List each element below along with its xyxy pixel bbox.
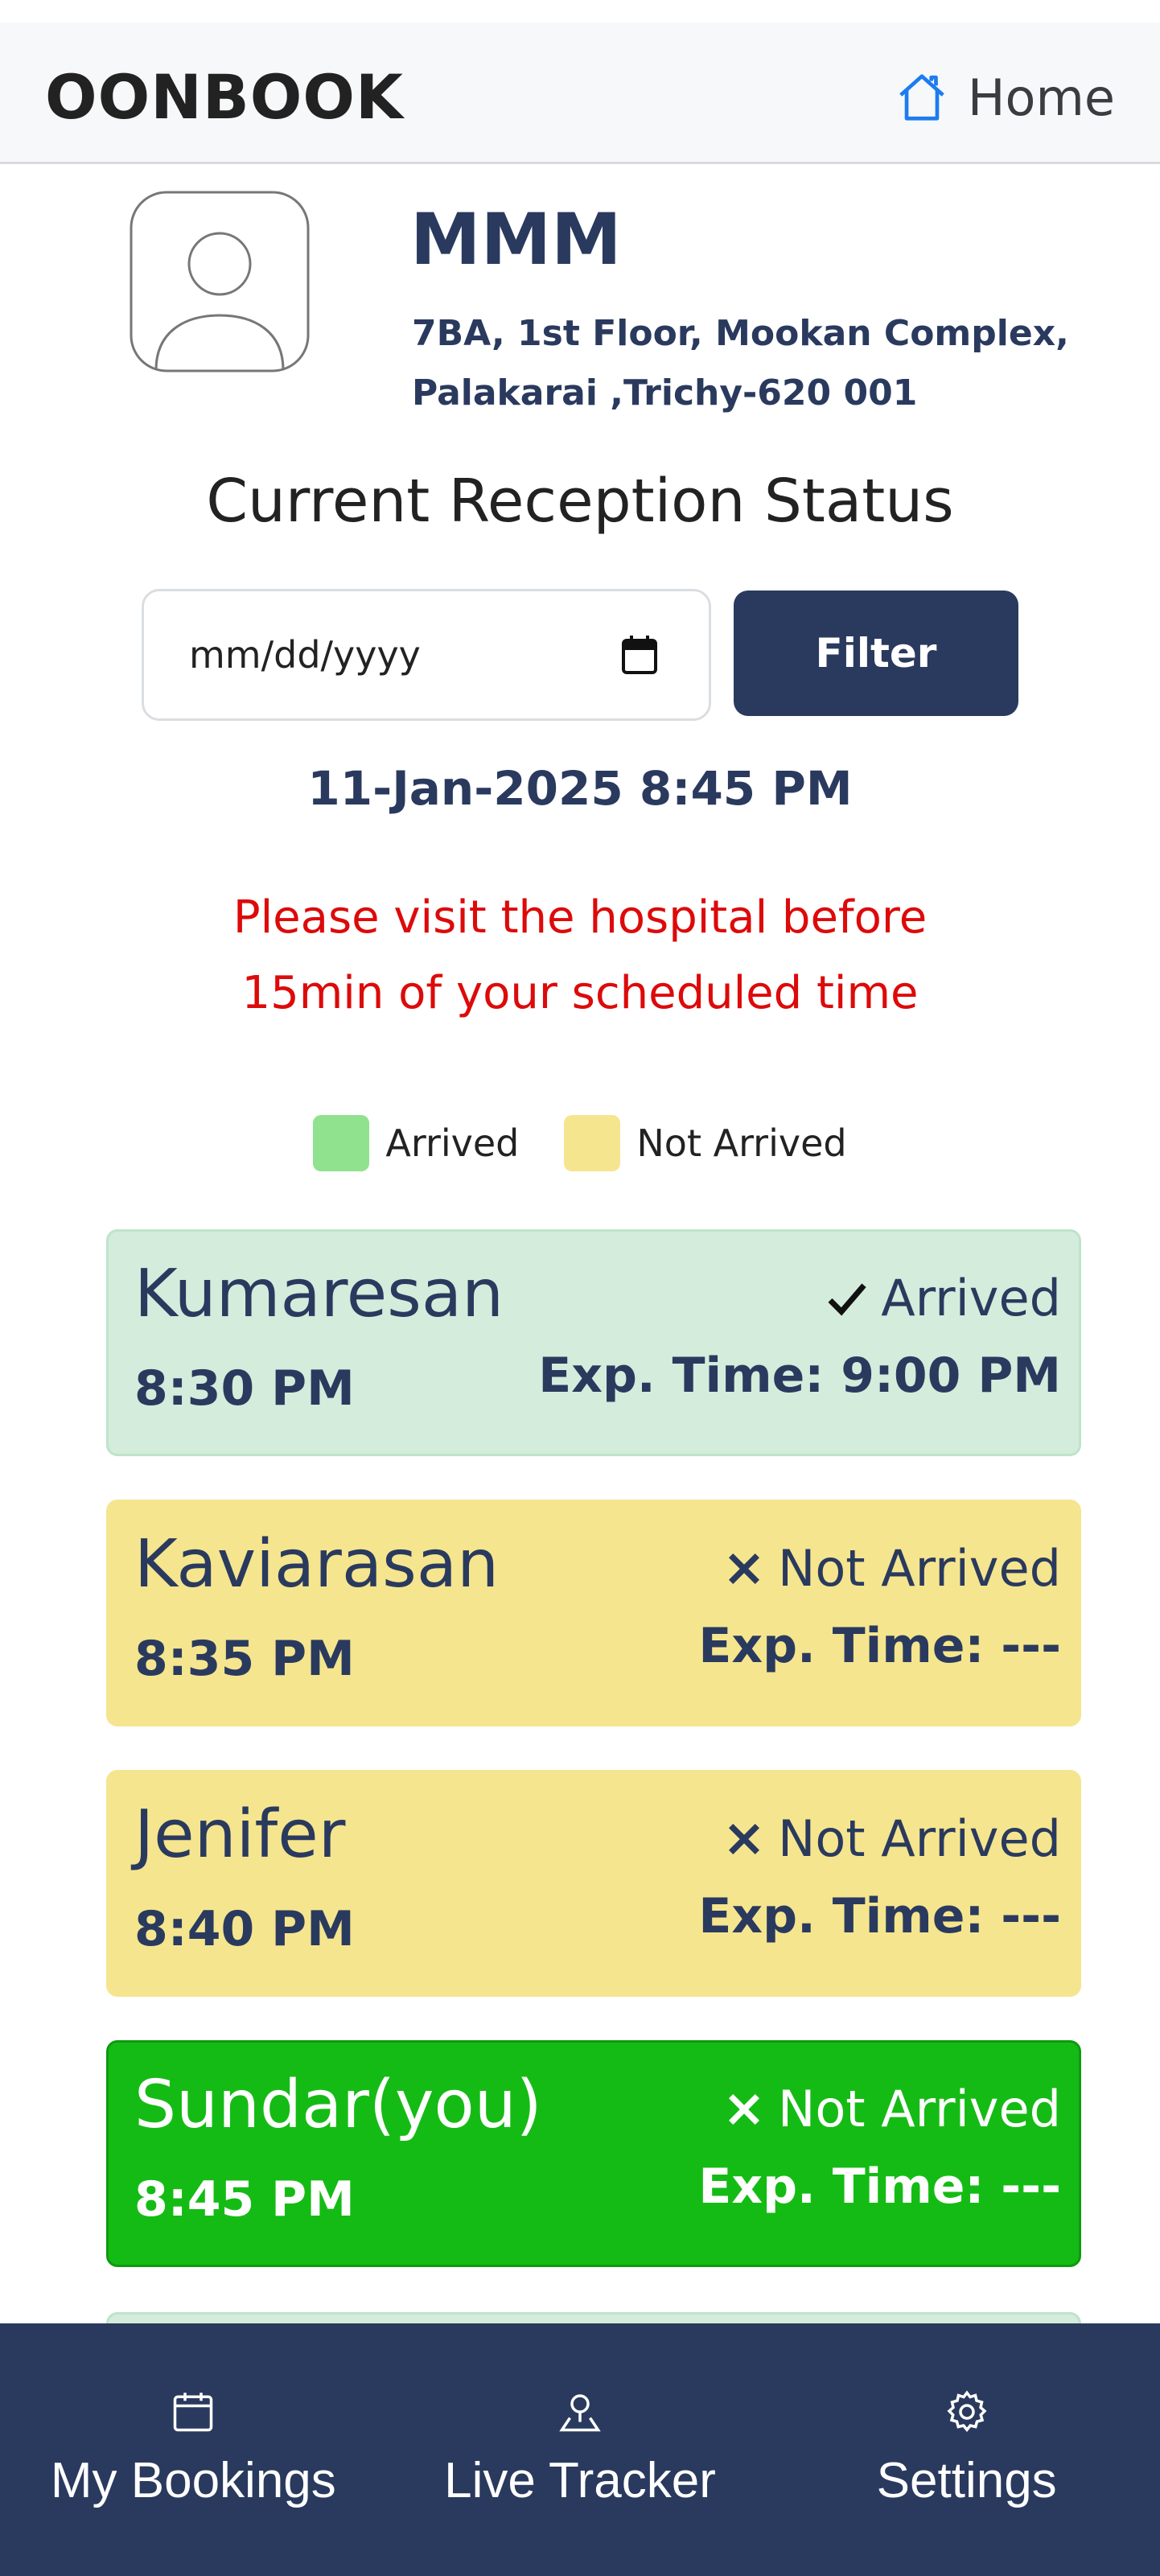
filter-button[interactable]: Filter bbox=[734, 591, 1018, 716]
brand-logo-text[interactable]: OONBOOK bbox=[45, 61, 404, 133]
clinic-address-line2: Palakarai ,Trichy-620 001 bbox=[412, 372, 918, 414]
cross-icon bbox=[728, 1553, 759, 1584]
appointment-time: 8:45 PM bbox=[134, 2171, 355, 2228]
arrival-status-label: Not Arrived bbox=[777, 1809, 1061, 1868]
top-bar: OONBOOK Home bbox=[0, 23, 1160, 164]
date-input[interactable]: mm/dd/yyyy bbox=[142, 589, 711, 721]
visit-notice-line1: Please visit the hospital before bbox=[232, 891, 928, 944]
clinic-address-line1: 7BA, 1st Floor, Mookan Complex, bbox=[412, 313, 1069, 354]
gear-icon bbox=[947, 2390, 987, 2433]
arrival-status: Arrived bbox=[825, 1269, 1061, 1327]
arrival-status-label: Arrived bbox=[881, 1269, 1061, 1327]
legend-swatch-not-arrived bbox=[564, 1115, 621, 1171]
appointment-card[interactable]: Jenifer 8:40 PM Not Arrived Exp. Time: -… bbox=[106, 1770, 1081, 1997]
arrival-status: Not Arrived bbox=[722, 1539, 1061, 1598]
legend-label-not-arrived: Not Arrived bbox=[636, 1121, 847, 1165]
expected-time: Exp. Time: 9:00 PM bbox=[538, 1348, 1061, 1404]
patient-name: Sundar(you) bbox=[134, 2067, 542, 2143]
appointment-time: 8:35 PM bbox=[134, 1631, 355, 1687]
appointment-time: 8:30 PM bbox=[134, 1360, 355, 1417]
legend-swatch-arrived bbox=[313, 1115, 370, 1171]
appointment-card[interactable]: Kumaresan 8:30 PM Arrived Exp. Time: 9:0… bbox=[106, 1229, 1081, 1456]
status-legend: Arrived Not Arrived bbox=[0, 1115, 1160, 1171]
nav-label: My Bookings bbox=[50, 2453, 336, 2508]
nav-live-tracker[interactable]: Live Tracker bbox=[387, 2323, 774, 2576]
nav-settings[interactable]: Settings bbox=[773, 2323, 1160, 2576]
nav-my-bookings[interactable]: My Bookings bbox=[0, 2323, 387, 2576]
patient-name: Jenifer bbox=[134, 1796, 346, 1873]
date-placeholder: mm/dd/yyyy bbox=[189, 633, 421, 677]
cross-icon bbox=[728, 1823, 759, 1854]
legend-item-arrived: Arrived bbox=[313, 1115, 519, 1171]
arrival-status: Not Arrived bbox=[722, 2080, 1061, 2138]
map-pin-icon bbox=[559, 2394, 601, 2432]
current-datetime: 11-Jan-2025 8:45 PM bbox=[307, 761, 853, 816]
bottom-nav: My Bookings Live Tracker Settings bbox=[0, 2323, 1160, 2576]
calendar-picker-icon[interactable] bbox=[622, 636, 657, 674]
user-avatar-icon bbox=[130, 191, 310, 372]
calendar-icon bbox=[174, 2393, 213, 2432]
arrival-status: Not Arrived bbox=[722, 1809, 1061, 1868]
expected-time: Exp. Time: --- bbox=[698, 1888, 1061, 1944]
appointment-card[interactable]: Kaviarasan 8:35 PM Not Arrived Exp. Time… bbox=[106, 1500, 1081, 1726]
nav-label: Settings bbox=[876, 2453, 1057, 2508]
cross-icon bbox=[728, 2093, 759, 2125]
home-link[interactable]: Home bbox=[894, 61, 1115, 134]
check-icon bbox=[828, 1282, 866, 1315]
patient-name: Kaviarasan bbox=[134, 1526, 500, 1603]
legend-item-not-arrived: Not Arrived bbox=[564, 1115, 847, 1171]
expected-time: Exp. Time: --- bbox=[698, 2158, 1061, 2215]
nav-label: Live Tracker bbox=[444, 2453, 716, 2508]
appointment-card-current-user[interactable]: Sundar(you) 8:45 PM Not Arrived Exp. Tim… bbox=[106, 2040, 1081, 2267]
clinic-name: MMM bbox=[410, 198, 622, 281]
patient-name: Kumaresan bbox=[134, 1256, 504, 1332]
home-label: Home bbox=[967, 68, 1115, 127]
appointment-time: 8:40 PM bbox=[134, 1901, 355, 1957]
section-title: Current Reception Status bbox=[206, 467, 954, 536]
clinic-address: 7BA, 1st Floor, Mookan Complex, Palakara… bbox=[412, 304, 1072, 423]
visit-notice-line2: 15min of your scheduled time bbox=[241, 967, 919, 1019]
visit-notice: Please visit the hospital before 15min o… bbox=[0, 880, 1160, 1031]
arrival-status-label: Not Arrived bbox=[777, 2080, 1061, 2138]
arrival-status-label: Not Arrived bbox=[777, 1539, 1061, 1598]
expected-time: Exp. Time: --- bbox=[698, 1618, 1061, 1674]
legend-label-arrived: Arrived bbox=[385, 1121, 520, 1165]
home-icon bbox=[899, 74, 944, 121]
